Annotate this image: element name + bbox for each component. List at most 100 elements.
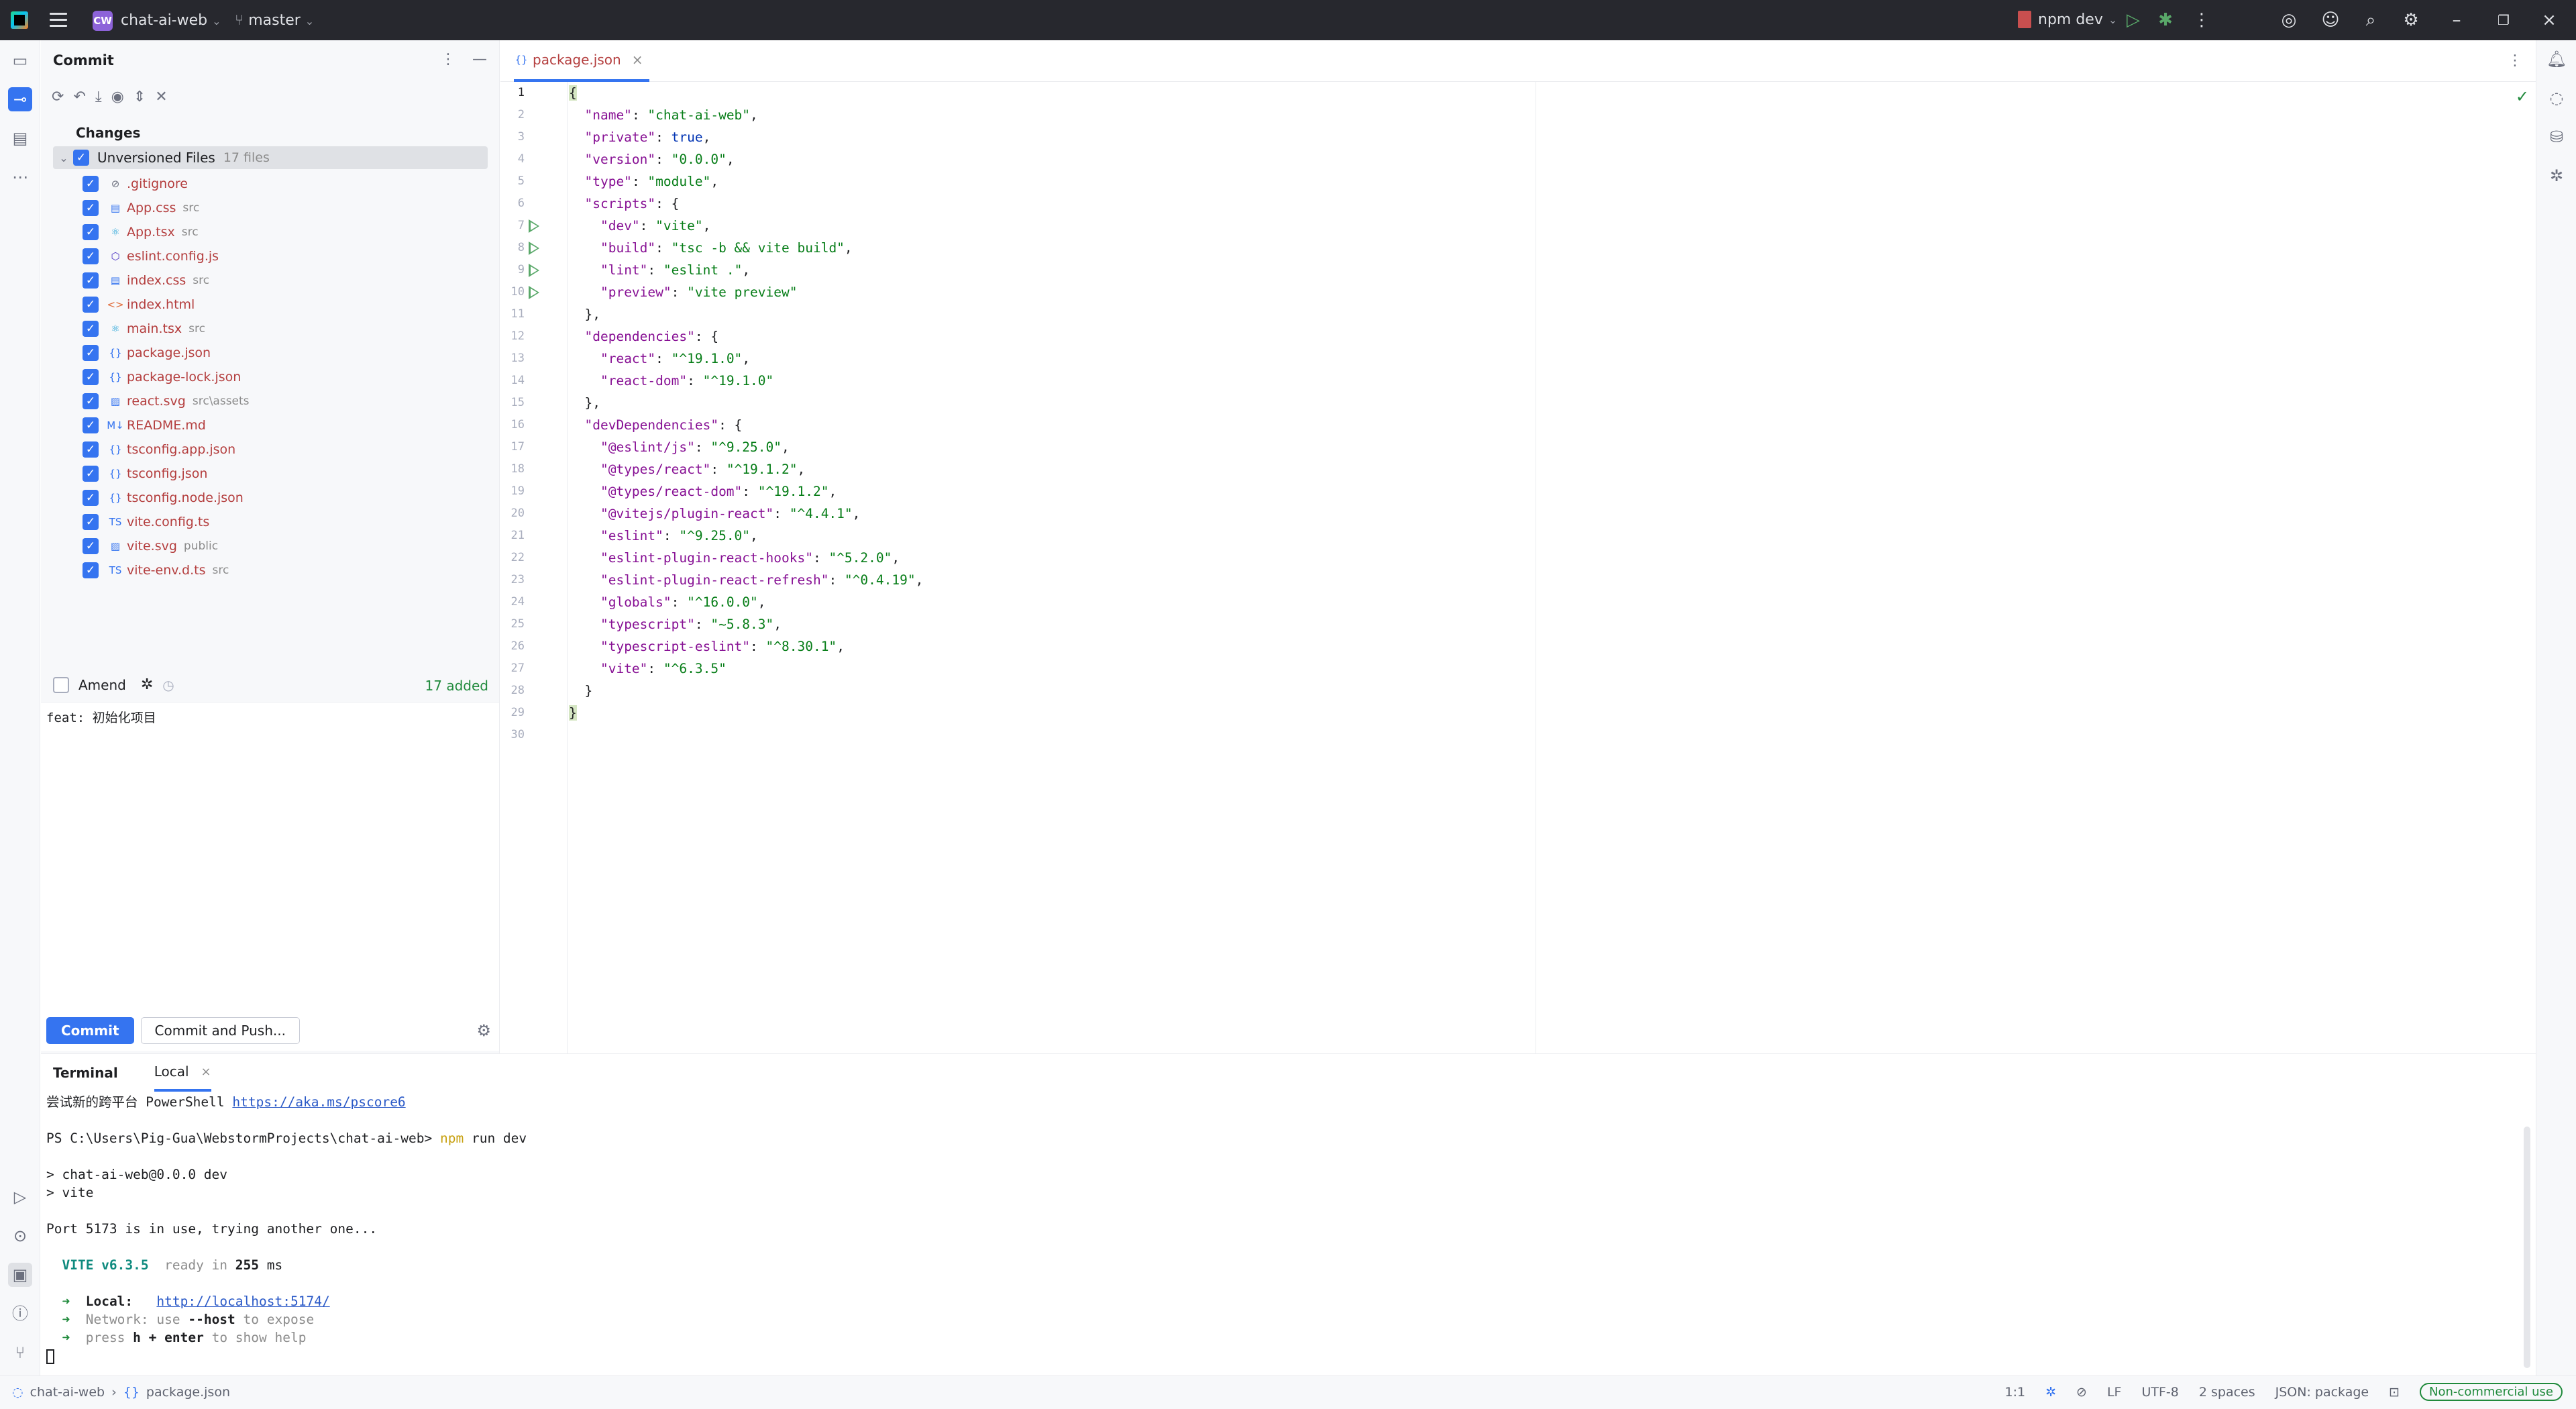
file-checkbox[interactable]: ✓ <box>83 538 99 554</box>
commit-message-text[interactable]: feat: 初始化项目 <box>46 708 156 726</box>
file-checkbox[interactable]: ✓ <box>83 297 99 313</box>
git-icon[interactable]: ⑂ <box>8 1341 32 1365</box>
problems-icon[interactable]: ⓘ <box>8 1302 32 1326</box>
close-tab-icon[interactable]: × <box>201 1065 211 1079</box>
unversioned-files-group[interactable]: ⌄ ✓ Unversioned Files 17 files <box>53 146 488 169</box>
settings-gear-icon[interactable]: ⚙ <box>2400 9 2422 31</box>
notifications-icon[interactable]: 🔔︎ <box>2544 47 2569 71</box>
branch-selector[interactable]: ⑂ master ⌄ <box>235 12 314 29</box>
pscore-link[interactable]: https://aka.ms/pscore6 <box>232 1094 405 1110</box>
project-folder-icon[interactable]: ▭ <box>8 48 32 72</box>
shelve-icon[interactable]: ⤓ <box>95 89 102 105</box>
tab-local[interactable]: Local × <box>154 1054 211 1092</box>
history-icon[interactable]: ◷ <box>162 677 174 693</box>
file-row[interactable]: ✓ ▨ react.svg src\assets <box>41 389 484 413</box>
file-checkbox[interactable]: ✓ <box>83 224 99 240</box>
file-checkbox[interactable]: ✓ <box>83 345 99 361</box>
collapse-all-icon[interactable]: ✕ <box>155 89 167 105</box>
services-icon[interactable]: ⊙ <box>8 1224 32 1248</box>
unlock-icon[interactable]: ⊡ <box>2389 1385 2400 1400</box>
show-diff-icon[interactable]: ◉ <box>111 89 124 105</box>
file-checkbox[interactable]: ✓ <box>83 369 99 385</box>
file-checkbox[interactable]: ✓ <box>83 417 99 433</box>
run-script-icon[interactable] <box>529 264 539 277</box>
inspection-off-icon[interactable]: ⊘ <box>2076 1385 2087 1400</box>
file-checkbox[interactable]: ✓ <box>83 248 99 264</box>
refresh-icon[interactable]: ⟳ <box>52 89 64 105</box>
file-row[interactable]: ✓ M↓ README.md <box>41 413 484 437</box>
file-checkbox[interactable]: ✓ <box>83 200 99 216</box>
breadcrumb-project[interactable]: chat-ai-web <box>30 1385 105 1400</box>
project-selector[interactable]: chat-ai-web ⌄ <box>121 12 221 29</box>
file-checkbox[interactable]: ✓ <box>83 393 99 409</box>
commit-button[interactable]: Commit <box>46 1017 134 1044</box>
amend-checkbox[interactable] <box>53 676 69 693</box>
file-row[interactable]: ✓ {} package.json <box>41 341 484 365</box>
terminal-scrollbar[interactable] <box>2524 1127 2530 1368</box>
close-window-icon[interactable]: × <box>2538 9 2560 31</box>
commit-and-push-button[interactable]: Commit and Push... <box>140 1017 300 1044</box>
run-icon[interactable]: ▷ <box>2123 9 2144 31</box>
file-row[interactable]: ✓ ⚛ main.tsx src <box>41 317 484 341</box>
tab-package-json[interactable]: {} package.json × <box>514 40 650 82</box>
run-script-icon[interactable] <box>529 242 539 255</box>
minimize-window-icon[interactable]: – <box>2446 9 2467 31</box>
file-row[interactable]: ✓ ▤ App.css src <box>41 196 484 220</box>
terminal-tool-icon[interactable]: ▣ <box>8 1263 32 1287</box>
file-checkbox[interactable]: ✓ <box>83 176 99 192</box>
json-schema[interactable]: JSON: package <box>2275 1385 2369 1400</box>
ai-chat-icon[interactable]: ◌ <box>2544 86 2569 110</box>
file-row[interactable]: ✓ ⊘ .gitignore <box>41 172 484 196</box>
chevron-down-icon[interactable]: ⌄ <box>54 152 73 164</box>
file-checkbox[interactable]: ✓ <box>83 441 99 458</box>
file-row[interactable]: ✓ ▤ index.css src <box>41 268 484 293</box>
more-tools-icon[interactable]: ⋯ <box>8 165 32 189</box>
file-row[interactable]: ✓ ▨ vite.svg public <box>41 534 484 558</box>
line-ending[interactable]: LF <box>2107 1385 2122 1400</box>
file-row[interactable]: ✓ ⚛ App.tsx src <box>41 220 484 244</box>
webstorm-logo-icon[interactable] <box>11 11 28 29</box>
file-checkbox[interactable]: ✓ <box>83 490 99 506</box>
database-icon[interactable]: ⛁ <box>2544 125 2569 149</box>
debug-icon[interactable]: ✱ <box>2155 9 2176 31</box>
run-configuration-selector[interactable]: npm dev ⌄ <box>2018 11 2117 28</box>
ai-status-icon[interactable]: ✲ <box>2045 1385 2056 1400</box>
ai-commit-message-icon[interactable]: ✲ <box>141 676 153 693</box>
close-tab-icon[interactable]: × <box>632 52 643 68</box>
license-badge[interactable]: Non-commercial use <box>2420 1383 2563 1401</box>
file-checkbox[interactable]: ✓ <box>83 466 99 482</box>
file-row[interactable]: ✓ TS vite.config.ts <box>41 510 484 534</box>
add-user-icon[interactable]: ☺ <box>2320 9 2341 31</box>
rollback-icon[interactable]: ↶ <box>73 89 85 105</box>
hide-panel-icon[interactable]: — <box>472 51 487 68</box>
file-checkbox[interactable]: ✓ <box>83 321 99 337</box>
local-url-link[interactable]: http://localhost:5174/ <box>156 1294 329 1309</box>
commit-options-gear-icon[interactable]: ⚙ <box>476 1021 491 1040</box>
tabs-menu-icon[interactable]: ⋮ <box>2508 52 2522 69</box>
commit-message-box[interactable]: feat: 初始化项目 <box>41 702 499 1051</box>
terminal-output[interactable]: 尝试新的跨平台 PowerShell https://aka.ms/pscore… <box>46 1093 527 1365</box>
file-row[interactable]: ✓ TS vite-env.d.ts src <box>41 558 484 582</box>
more-actions-icon[interactable]: ⋮ <box>2191 9 2212 31</box>
file-row[interactable]: ✓ {} tsconfig.json <box>41 462 484 486</box>
indent-setting[interactable]: 2 spaces <box>2199 1385 2255 1400</box>
restore-window-icon[interactable]: ❐ <box>2493 9 2514 31</box>
run-script-icon[interactable] <box>529 286 539 299</box>
expand-all-icon[interactable]: ⇕ <box>133 89 146 105</box>
structure-icon[interactable]: ▤ <box>8 126 32 150</box>
group-checkbox[interactable]: ✓ <box>73 150 89 166</box>
file-checkbox[interactable]: ✓ <box>83 514 99 530</box>
file-row[interactable]: ✓ ⬡ eslint.config.js <box>41 244 484 268</box>
file-row[interactable]: ✓ {} package-lock.json <box>41 365 484 389</box>
panel-options-icon[interactable]: ⋮ <box>441 51 455 68</box>
caret-position[interactable]: 1:1 <box>2005 1385 2026 1400</box>
file-checkbox[interactable]: ✓ <box>83 562 99 578</box>
breadcrumb-file[interactable]: package.json <box>146 1385 230 1400</box>
ai-assistant-side-icon[interactable]: ✲ <box>2544 164 2569 188</box>
commit-tool-icon[interactable]: ⊸ <box>8 87 32 111</box>
main-menu-icon[interactable] <box>50 13 67 28</box>
run-script-icon[interactable] <box>529 219 539 233</box>
file-row[interactable]: ✓ {} tsconfig.node.json <box>41 486 484 510</box>
run-tool-icon[interactable]: ▷ <box>8 1185 32 1209</box>
code-area[interactable]: 1{2 "name": "chat-ai-web", 3 "private": t… <box>500 82 2536 746</box>
